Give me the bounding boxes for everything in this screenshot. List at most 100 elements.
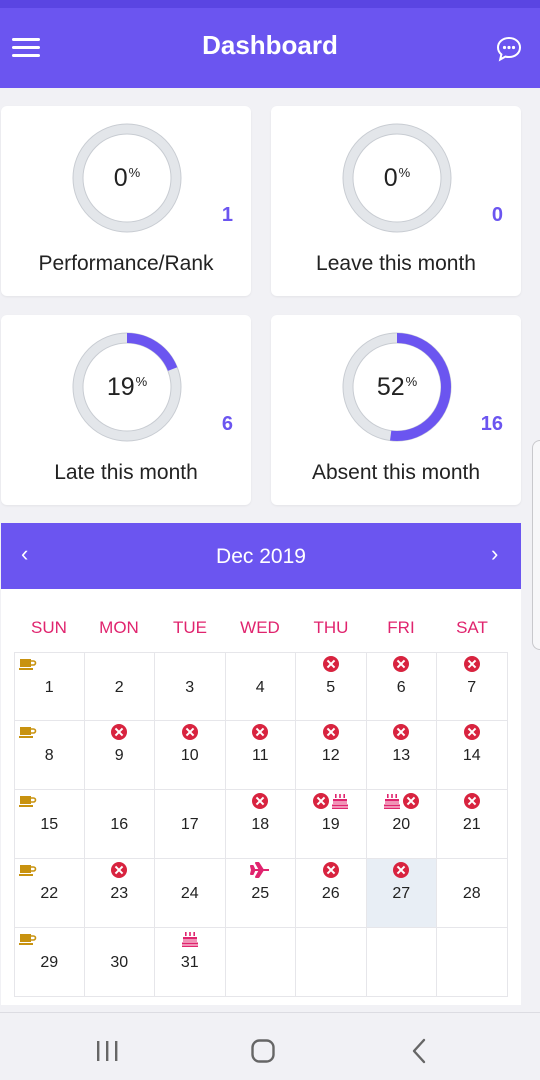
calendar-day[interactable]: 20 [366, 790, 437, 859]
day-number: 16 [110, 816, 129, 833]
day-status-icons [367, 792, 437, 810]
birthday-cake-icon [384, 793, 401, 809]
calendar-day[interactable]: 26 [296, 859, 367, 928]
day-number: 11 [251, 747, 269, 764]
day-number: 20 [392, 816, 411, 833]
day-status-icons [367, 655, 437, 673]
calendar-day[interactable]: 3 [155, 652, 226, 721]
day-status-icons [367, 723, 437, 741]
coffee-cup-icon [19, 865, 37, 876]
system-navigation-bar [0, 1012, 540, 1080]
calendar-day[interactable]: 9 [84, 721, 155, 790]
day-status-icons [85, 723, 155, 741]
calendar-empty-cell [437, 928, 508, 997]
home-icon[interactable] [250, 1038, 276, 1064]
percent-value: 0% [113, 163, 141, 192]
day-number: 27 [392, 885, 411, 902]
day-number: 17 [180, 816, 199, 833]
calendar-grid: 1 2 3 4 5 6 7 8 9 10 11 12 13 14 15 16 17 18 19 20 21 22 23 24 2… [14, 652, 508, 997]
absent-x-icon [322, 862, 339, 878]
edge-panel-handle[interactable] [532, 440, 540, 650]
day-status-icons [15, 792, 84, 810]
day-status-icons [437, 723, 507, 741]
calendar-day[interactable]: 6 [366, 652, 437, 721]
calendar-day[interactable]: 12 [296, 721, 367, 790]
calendar-day[interactable]: 11 [225, 721, 296, 790]
count-value: 16 [480, 413, 503, 435]
day-status-icons [437, 792, 507, 810]
absent-x-icon [322, 656, 339, 672]
card-label: Absent this month [311, 461, 481, 484]
absent-x-icon [393, 724, 410, 740]
late-this-month-card[interactable]: 19% 6 Late this month [1, 315, 251, 505]
absent-x-icon [463, 656, 480, 672]
day-number: 30 [110, 954, 129, 971]
calendar-day[interactable]: 21 [437, 790, 508, 859]
calendar-day[interactable]: 4 [225, 652, 296, 721]
calendar-day[interactable]: 24 [155, 859, 226, 928]
calendar-day[interactable]: 1 [14, 652, 85, 721]
absent-this-month-card[interactable]: 52% 16 Absent this month [271, 315, 521, 505]
day-status-icons [15, 723, 84, 741]
card-label: Performance/Rank [38, 252, 214, 275]
recent-apps-icon[interactable] [95, 1039, 121, 1063]
day-status-icons [437, 655, 507, 673]
day-number: 28 [462, 885, 481, 902]
day-number: 4 [255, 679, 265, 696]
day-status-icons [85, 861, 155, 879]
calendar-day[interactable]: 13 [366, 721, 437, 790]
day-status-icons [15, 655, 84, 673]
day-number: 9 [114, 747, 124, 764]
weekday-thu: THU [313, 618, 349, 637]
calendar-header: ‹ Dec 2019 › [1, 523, 521, 589]
calendar-day[interactable]: 15 [14, 790, 85, 859]
percent-value: 52% [376, 372, 418, 401]
status-bar [0, 0, 540, 8]
calendar-day[interactable]: 29 [14, 928, 85, 997]
count-value: 1 [221, 204, 233, 226]
calendar-day[interactable]: 7 [437, 652, 508, 721]
next-month-button[interactable]: › [491, 541, 498, 567]
day-number: 21 [462, 816, 481, 833]
calendar-day[interactable]: 19 [296, 790, 367, 859]
count-value: 6 [221, 413, 233, 435]
day-number: 19 [321, 816, 340, 833]
chat-bubble-icon[interactable] [494, 34, 524, 64]
calendar-day[interactable]: 28 [437, 859, 508, 928]
day-status-icons [226, 723, 296, 741]
day-status-icons [155, 930, 225, 948]
calendar-day[interactable]: 18 [225, 790, 296, 859]
calendar-day[interactable]: 25 [225, 859, 296, 928]
calendar-day[interactable]: 31 [155, 928, 226, 997]
weekday-tue: TUE [173, 618, 207, 637]
absent-x-icon [111, 862, 128, 878]
absent-x-icon [252, 724, 269, 740]
calendar-day[interactable]: 5 [296, 652, 367, 721]
percent-value: 0% [383, 163, 411, 192]
leave-this-month-card[interactable]: 0% 0 Leave this month [271, 106, 521, 296]
calendar-day[interactable]: 30 [84, 928, 155, 997]
day-status-icons [296, 861, 366, 879]
calendar-day[interactable]: 14 [437, 721, 508, 790]
coffee-cup-icon [19, 659, 37, 670]
calendar-day[interactable]: 10 [155, 721, 226, 790]
absent-x-icon [393, 656, 410, 672]
day-number: 6 [396, 679, 406, 696]
calendar-day[interactable]: 17 [155, 790, 226, 859]
day-number: 3 [185, 679, 195, 696]
calendar-day[interactable]: 8 [14, 721, 85, 790]
day-number: 2 [114, 679, 124, 696]
performance-rank-card[interactable]: 0% 1 Performance/Rank [1, 106, 251, 296]
calendar-day[interactable]: 22 [14, 859, 85, 928]
calendar-day[interactable]: 16 [84, 790, 155, 859]
calendar-empty-cell [296, 928, 367, 997]
back-icon[interactable] [409, 1038, 429, 1064]
calendar-day[interactable]: 27 [366, 859, 437, 928]
weekday-sat: SAT [456, 618, 488, 637]
day-number: 7 [467, 679, 477, 696]
day-number: 10 [180, 747, 199, 764]
calendar-day[interactable]: 23 [84, 859, 155, 928]
calendar-empty-cell [366, 928, 437, 997]
calendar-day[interactable]: 2 [84, 652, 155, 721]
day-number: 23 [110, 885, 129, 902]
